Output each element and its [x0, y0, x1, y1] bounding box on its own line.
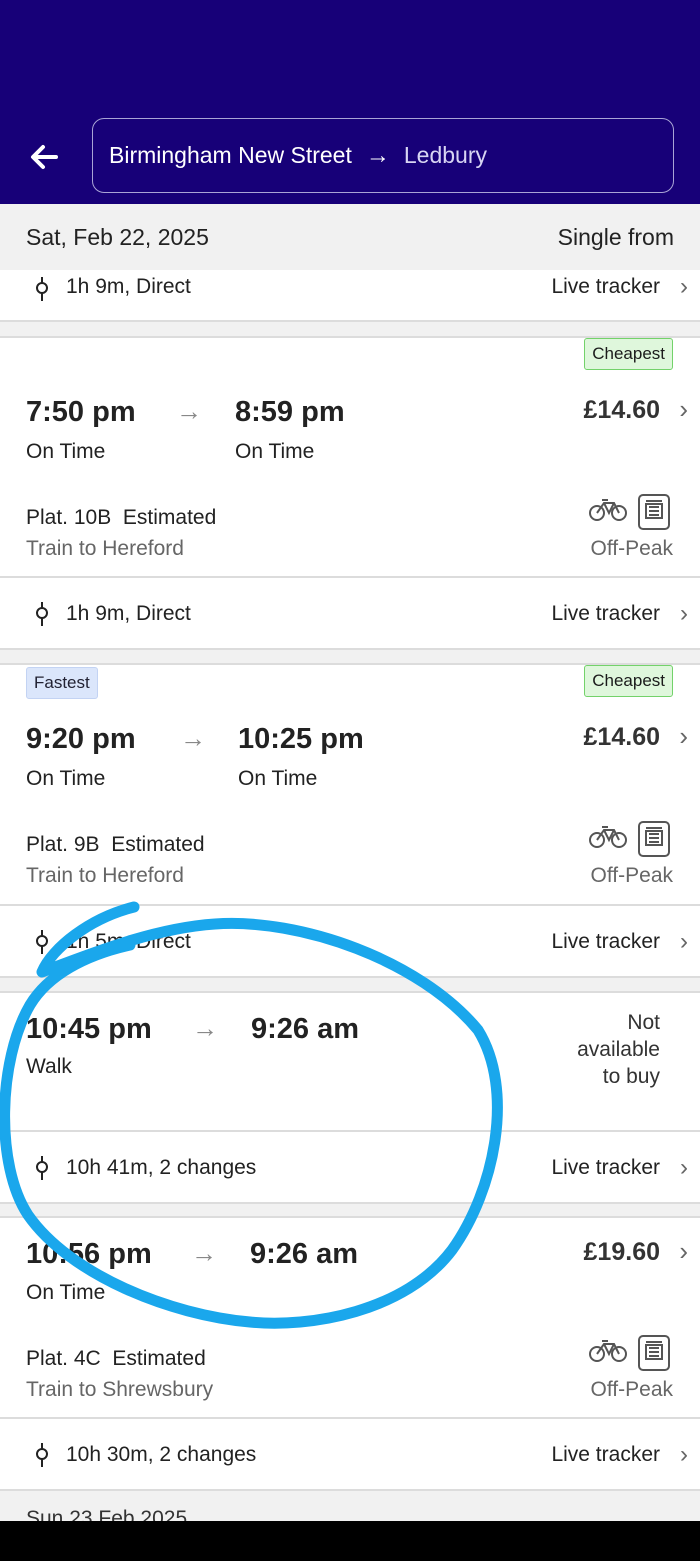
cheapest-badge: Cheapest — [584, 338, 673, 370]
ticket-type: Off-Peak — [590, 1378, 673, 1401]
availability-note: Not available to buy — [577, 1011, 660, 1088]
departure-status: On Time — [26, 767, 106, 790]
divider — [0, 322, 700, 337]
time-arrow-icon: → — [176, 396, 202, 426]
ticket-type: Off-Peak — [590, 537, 673, 560]
destination-station: Ledbury — [403, 142, 487, 168]
fare-price[interactable]: £14.60 — [584, 396, 660, 425]
arrival-status: On Time — [238, 767, 318, 790]
chevron-right-icon[interactable]: › — [680, 273, 688, 301]
back-arrow-icon — [31, 145, 58, 169]
chevron-right-icon[interactable]: › — [680, 600, 688, 628]
cheapest-badge: Cheapest — [584, 665, 673, 697]
route-pin-icon — [36, 602, 48, 626]
train-destination: Train to Shrewsbury — [26, 1378, 214, 1401]
amenity-icons — [589, 821, 670, 857]
bicycle-icon — [589, 826, 627, 848]
chevron-right-icon[interactable]: › — [680, 1154, 688, 1182]
chevron-right-icon[interactable]: › — [680, 1441, 688, 1469]
ticket-machine-icon — [638, 821, 670, 857]
fare-type-label[interactable]: Single from — [558, 224, 674, 251]
bicycle-icon — [589, 499, 627, 521]
live-tracker-link[interactable]: Live tracker — [551, 930, 660, 954]
live-tracker-link[interactable]: Live tracker — [551, 1443, 660, 1467]
route-pin-icon — [36, 1443, 48, 1467]
app-header: Birmingham New Street → Ledbury — [0, 0, 700, 204]
journey-duration: 1h 9m, Direct — [66, 602, 191, 625]
departure-status: On Time — [26, 1281, 106, 1304]
platform-info: Plat. 9B Estimated — [26, 833, 205, 856]
departure-status: On Time — [26, 440, 106, 463]
route-search-field[interactable]: Birmingham New Street → Ledbury — [92, 118, 674, 193]
fare-price[interactable]: £14.60 — [584, 723, 660, 752]
departure-time: 10:56 pm — [26, 1238, 152, 1270]
ticket-machine-icon — [638, 1335, 670, 1371]
chevron-right-icon[interactable]: › — [679, 394, 688, 425]
journey-card[interactable]: Fastest Cheapest 9:20 pm → 10:25 pm On T… — [0, 665, 700, 904]
time-arrow-icon: → — [180, 723, 206, 753]
chevron-right-icon[interactable]: › — [680, 928, 688, 956]
travel-date: Sat, Feb 22, 2025 — [26, 223, 209, 250]
time-arrow-icon: → — [191, 1238, 217, 1268]
live-tracker-link[interactable]: Live tracker — [551, 1156, 660, 1180]
divider — [0, 1489, 700, 1491]
journey-info-row[interactable]: 1h 9m, Direct Live tracker › — [0, 270, 700, 320]
departure-time: 7:50 pm — [26, 396, 136, 428]
fare-price[interactable]: £19.60 — [584, 1238, 660, 1267]
journey-duration: 10h 30m, 2 changes — [66, 1443, 257, 1466]
time-arrow-icon: → — [192, 1013, 218, 1043]
departure-status: Walk — [26, 1055, 72, 1078]
journey-info-row[interactable]: 1h 9m, Direct Live tracker › — [0, 578, 700, 648]
origin-station: Birmingham New Street — [109, 142, 352, 168]
live-tracker-link[interactable]: Live tracker — [551, 602, 660, 626]
system-nav-bar — [0, 1521, 700, 1561]
arrival-time: 10:25 pm — [238, 723, 364, 755]
journey-card[interactable]: 10:56 pm → 9:26 am On Time £19.60 › Plat… — [0, 1218, 700, 1417]
arrival-time: 9:26 am — [251, 1013, 360, 1045]
date-bar: Sat, Feb 22, 2025 Single from — [0, 204, 700, 270]
live-tracker-link[interactable]: Live tracker — [551, 275, 660, 299]
journey-duration: 10h 41m, 2 changes — [66, 1156, 257, 1179]
journey-info-row[interactable]: 10h 30m, 2 changes Live tracker › — [0, 1419, 700, 1489]
fastest-badge: Fastest — [26, 667, 98, 699]
journey-info-row[interactable]: 1h 5m, Direct Live tracker › — [0, 906, 700, 976]
route-pin-icon — [36, 277, 48, 301]
departure-time: 9:20 pm — [26, 723, 136, 755]
journey-info-row[interactable]: 10h 41m, 2 changes Live tracker › — [0, 1132, 700, 1202]
platform-info: Plat. 4C Estimated — [26, 1347, 206, 1370]
ticket-machine-icon — [638, 494, 670, 530]
arrival-status: On Time — [235, 440, 315, 463]
amenity-icons — [589, 1335, 670, 1371]
ticket-type: Off-Peak — [590, 864, 673, 887]
arrival-time: 8:59 pm — [235, 396, 345, 428]
route-arrow: → — [365, 141, 390, 169]
journey-card[interactable]: 10:45 pm → 9:26 am Walk Not available to… — [0, 993, 700, 1130]
back-button[interactable] — [26, 138, 66, 178]
train-destination: Train to Hereford — [26, 537, 184, 560]
train-destination: Train to Hereford — [26, 864, 184, 887]
bicycle-icon — [589, 1340, 627, 1362]
route-pin-icon — [36, 1156, 48, 1180]
journey-card[interactable]: Cheapest 7:50 pm → 8:59 pm On Time On Ti… — [0, 338, 700, 576]
amenity-icons — [589, 494, 670, 530]
journey-duration: 1h 9m, Direct — [66, 275, 191, 298]
departure-time: 10:45 pm — [26, 1013, 152, 1045]
route-pin-icon — [36, 930, 48, 954]
chevron-right-icon[interactable]: › — [679, 721, 688, 752]
chevron-right-icon[interactable]: › — [679, 1236, 688, 1267]
journey-duration: 1h 5m, Direct — [66, 930, 191, 953]
arrival-time: 9:26 am — [250, 1238, 359, 1270]
platform-info: Plat. 10B Estimated — [26, 506, 217, 529]
